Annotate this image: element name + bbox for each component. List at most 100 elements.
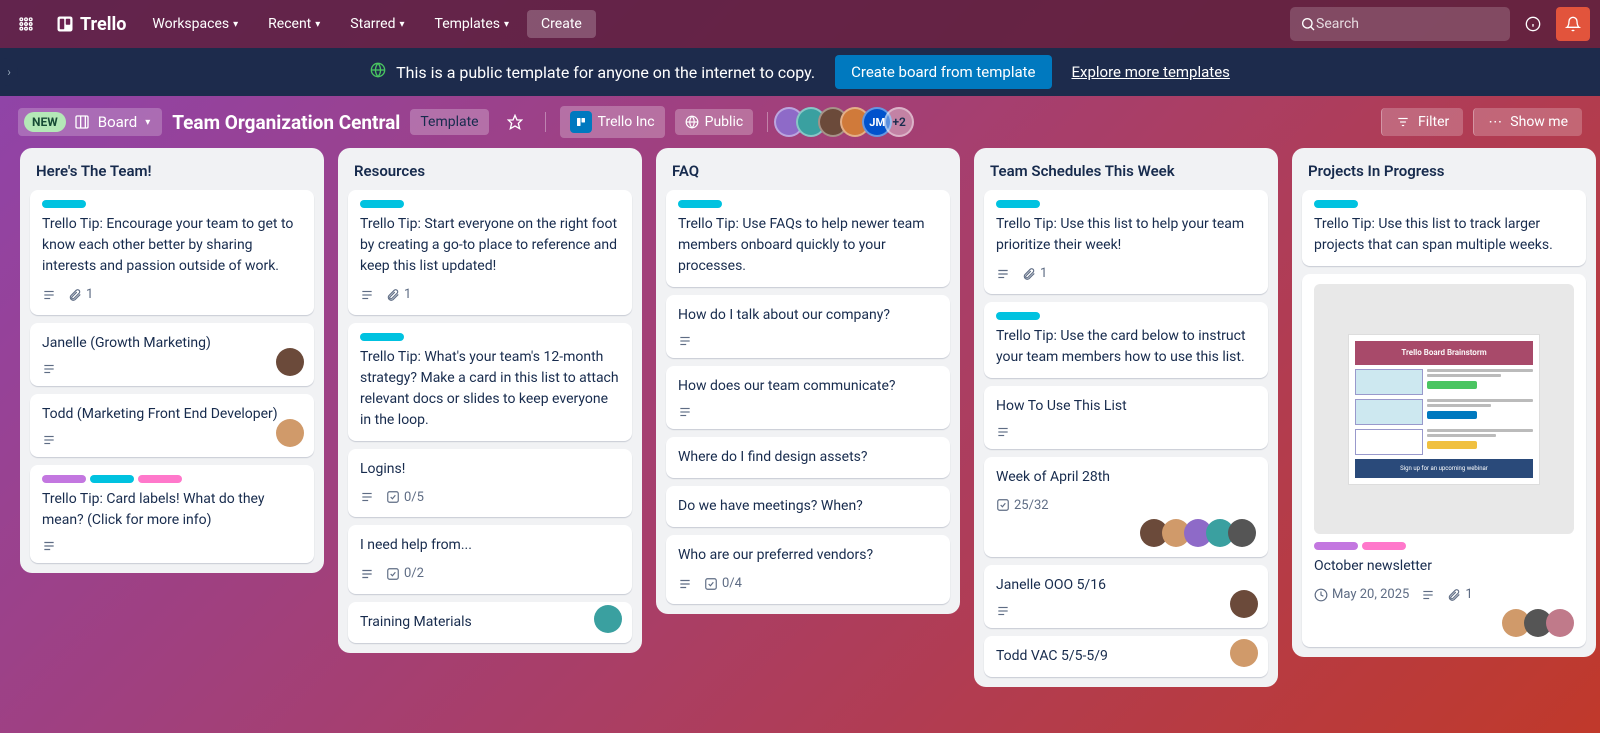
card[interactable]: I need help from... 0/2 (348, 525, 632, 594)
description-icon (42, 362, 56, 376)
label-purple[interactable] (42, 475, 86, 483)
list: FAQ Trello Tip: Use FAQs to help newer te… (656, 148, 960, 614)
card-member-avatar[interactable] (1228, 519, 1256, 547)
card-text: Janelle OOO 5/16 (996, 575, 1256, 596)
label-cyan[interactable] (42, 200, 86, 208)
card[interactable]: Trello Tip: Start everyone on the right … (348, 190, 632, 315)
card[interactable]: Trello Tip: What's your team's 12-month … (348, 323, 632, 441)
workspace-icon (570, 111, 592, 133)
template-badge[interactable]: Template (410, 109, 488, 135)
card-cover-image: Trello Board BrainstormSign up for an up… (1314, 284, 1574, 534)
label-cyan[interactable] (90, 475, 134, 483)
list-title[interactable]: FAQ (666, 158, 950, 182)
card[interactable]: Where do I find design assets? (666, 437, 950, 478)
avatar-overflow[interactable]: +2 (884, 107, 914, 137)
label-cyan[interactable] (360, 333, 404, 341)
label-cyan[interactable] (1314, 200, 1358, 208)
description-icon (360, 490, 374, 504)
card[interactable]: Trello Tip: Use this list to help your t… (984, 190, 1268, 294)
card[interactable]: How does our team communicate? (666, 366, 950, 429)
star-icon[interactable] (499, 106, 531, 138)
attachment-badge: 1 (386, 285, 411, 305)
card-badges: 1 (360, 285, 620, 305)
template-banner: › This is a public template for anyone o… (0, 48, 1600, 96)
card[interactable]: Week of April 28th 25/32 (984, 457, 1268, 558)
card-member-avatar[interactable] (1230, 639, 1258, 667)
card[interactable]: How To Use This List (984, 386, 1268, 449)
notifications-icon[interactable] (1556, 7, 1590, 41)
label-pink[interactable] (1362, 542, 1406, 550)
show-menu-button[interactable]: ⋯ Show me (1473, 108, 1582, 136)
globe-icon (685, 115, 699, 129)
list-title[interactable]: Projects In Progress (1302, 158, 1586, 182)
label-cyan[interactable] (996, 200, 1040, 208)
nav-starred[interactable]: Starred▾ (338, 10, 416, 38)
card[interactable]: Logins! 0/5 (348, 449, 632, 518)
member-avatars[interactable]: JM +2 (782, 107, 914, 137)
list-title[interactable]: Here's The Team! (30, 158, 314, 182)
filter-button[interactable]: Filter (1381, 108, 1463, 136)
card-text: October newsletter (1314, 556, 1574, 577)
nav-workspaces[interactable]: Workspaces▾ (140, 10, 250, 38)
apps-switcher-icon[interactable] (10, 8, 42, 40)
board-view-switcher[interactable]: NEW Board ▾ (18, 108, 162, 136)
card[interactable]: Trello Tip: Use FAQs to help newer team … (666, 190, 950, 287)
label-cyan[interactable] (360, 200, 404, 208)
list-title[interactable]: Team Schedules This Week (984, 158, 1268, 182)
card[interactable]: Do we have meetings? When? (666, 486, 950, 527)
brand-name: Trello (80, 14, 126, 35)
card-member-avatar[interactable] (276, 419, 304, 447)
card-badges (42, 362, 302, 376)
label-purple[interactable] (1314, 542, 1358, 550)
card-text: Who are our preferred vendors? (678, 545, 938, 566)
card[interactable]: Trello Tip: Use this list to track large… (1302, 190, 1586, 266)
label-cyan[interactable] (996, 312, 1040, 320)
card[interactable]: Trello Board BrainstormSign up for an up… (1302, 274, 1586, 647)
card-member-avatar[interactable] (1230, 590, 1258, 618)
nav-templates[interactable]: Templates▾ (423, 10, 522, 38)
sidebar-expander[interactable]: › (0, 58, 18, 86)
visibility-chip[interactable]: Public (675, 109, 754, 135)
card[interactable]: Trello Tip: Use the card below to instru… (984, 302, 1268, 378)
card-text: Trello Tip: Use this list to track large… (1314, 214, 1574, 256)
create-board-from-template-button[interactable]: Create board from template (835, 55, 1051, 89)
explore-templates-link[interactable]: Explore more templates (1072, 63, 1230, 81)
create-button[interactable]: Create (527, 10, 596, 38)
card[interactable]: How do I talk about our company? (666, 295, 950, 358)
description-icon (360, 567, 374, 581)
card-member-avatar[interactable] (594, 605, 622, 633)
search-box[interactable] (1290, 7, 1510, 41)
card-labels (360, 333, 620, 341)
search-input[interactable] (1316, 16, 1500, 32)
description-icon (678, 577, 692, 591)
filter-icon (1396, 115, 1410, 129)
card-badges (996, 604, 1256, 618)
card[interactable]: Training Materials (348, 602, 632, 643)
list: Here's The Team! Trello Tip: Encourage yo… (20, 148, 324, 573)
info-icon[interactable] (1516, 7, 1550, 41)
card-labels (42, 200, 302, 208)
card[interactable]: Trello Tip: Encourage your team to get t… (30, 190, 314, 315)
card-text: Trello Tip: Use this list to help your t… (996, 214, 1256, 256)
card[interactable]: Janelle (Growth Marketing) (30, 323, 314, 386)
board-canvas[interactable]: Here's The Team! Trello Tip: Encourage yo… (0, 148, 1600, 733)
trello-logo[interactable]: Trello (48, 14, 134, 35)
card[interactable]: Todd VAC 5/5-5/9 (984, 636, 1268, 677)
card[interactable]: Janelle OOO 5/16 (984, 565, 1268, 628)
workspace-chip[interactable]: Trello Inc (560, 106, 665, 138)
label-pink[interactable] (138, 475, 182, 483)
card-badges: 1 (42, 285, 302, 305)
nav-recent[interactable]: Recent▾ (256, 10, 332, 38)
list-title[interactable]: Resources (348, 158, 632, 182)
card-member-avatar[interactable] (1546, 609, 1574, 637)
board-title[interactable]: Team Organization Central (172, 111, 400, 134)
card[interactable]: Trello Tip: Card labels! What do they me… (30, 465, 314, 563)
card-text: Week of April 28th (996, 467, 1256, 488)
card-badges (42, 539, 302, 553)
label-cyan[interactable] (678, 200, 722, 208)
card-member-avatar[interactable] (276, 348, 304, 376)
card[interactable]: Who are our preferred vendors? 0/4 (666, 535, 950, 604)
board-header: NEW Board ▾ Team Organization Central Te… (0, 96, 1600, 148)
description-icon (1421, 588, 1435, 602)
card[interactable]: Todd (Marketing Front End Developer) (30, 394, 314, 457)
